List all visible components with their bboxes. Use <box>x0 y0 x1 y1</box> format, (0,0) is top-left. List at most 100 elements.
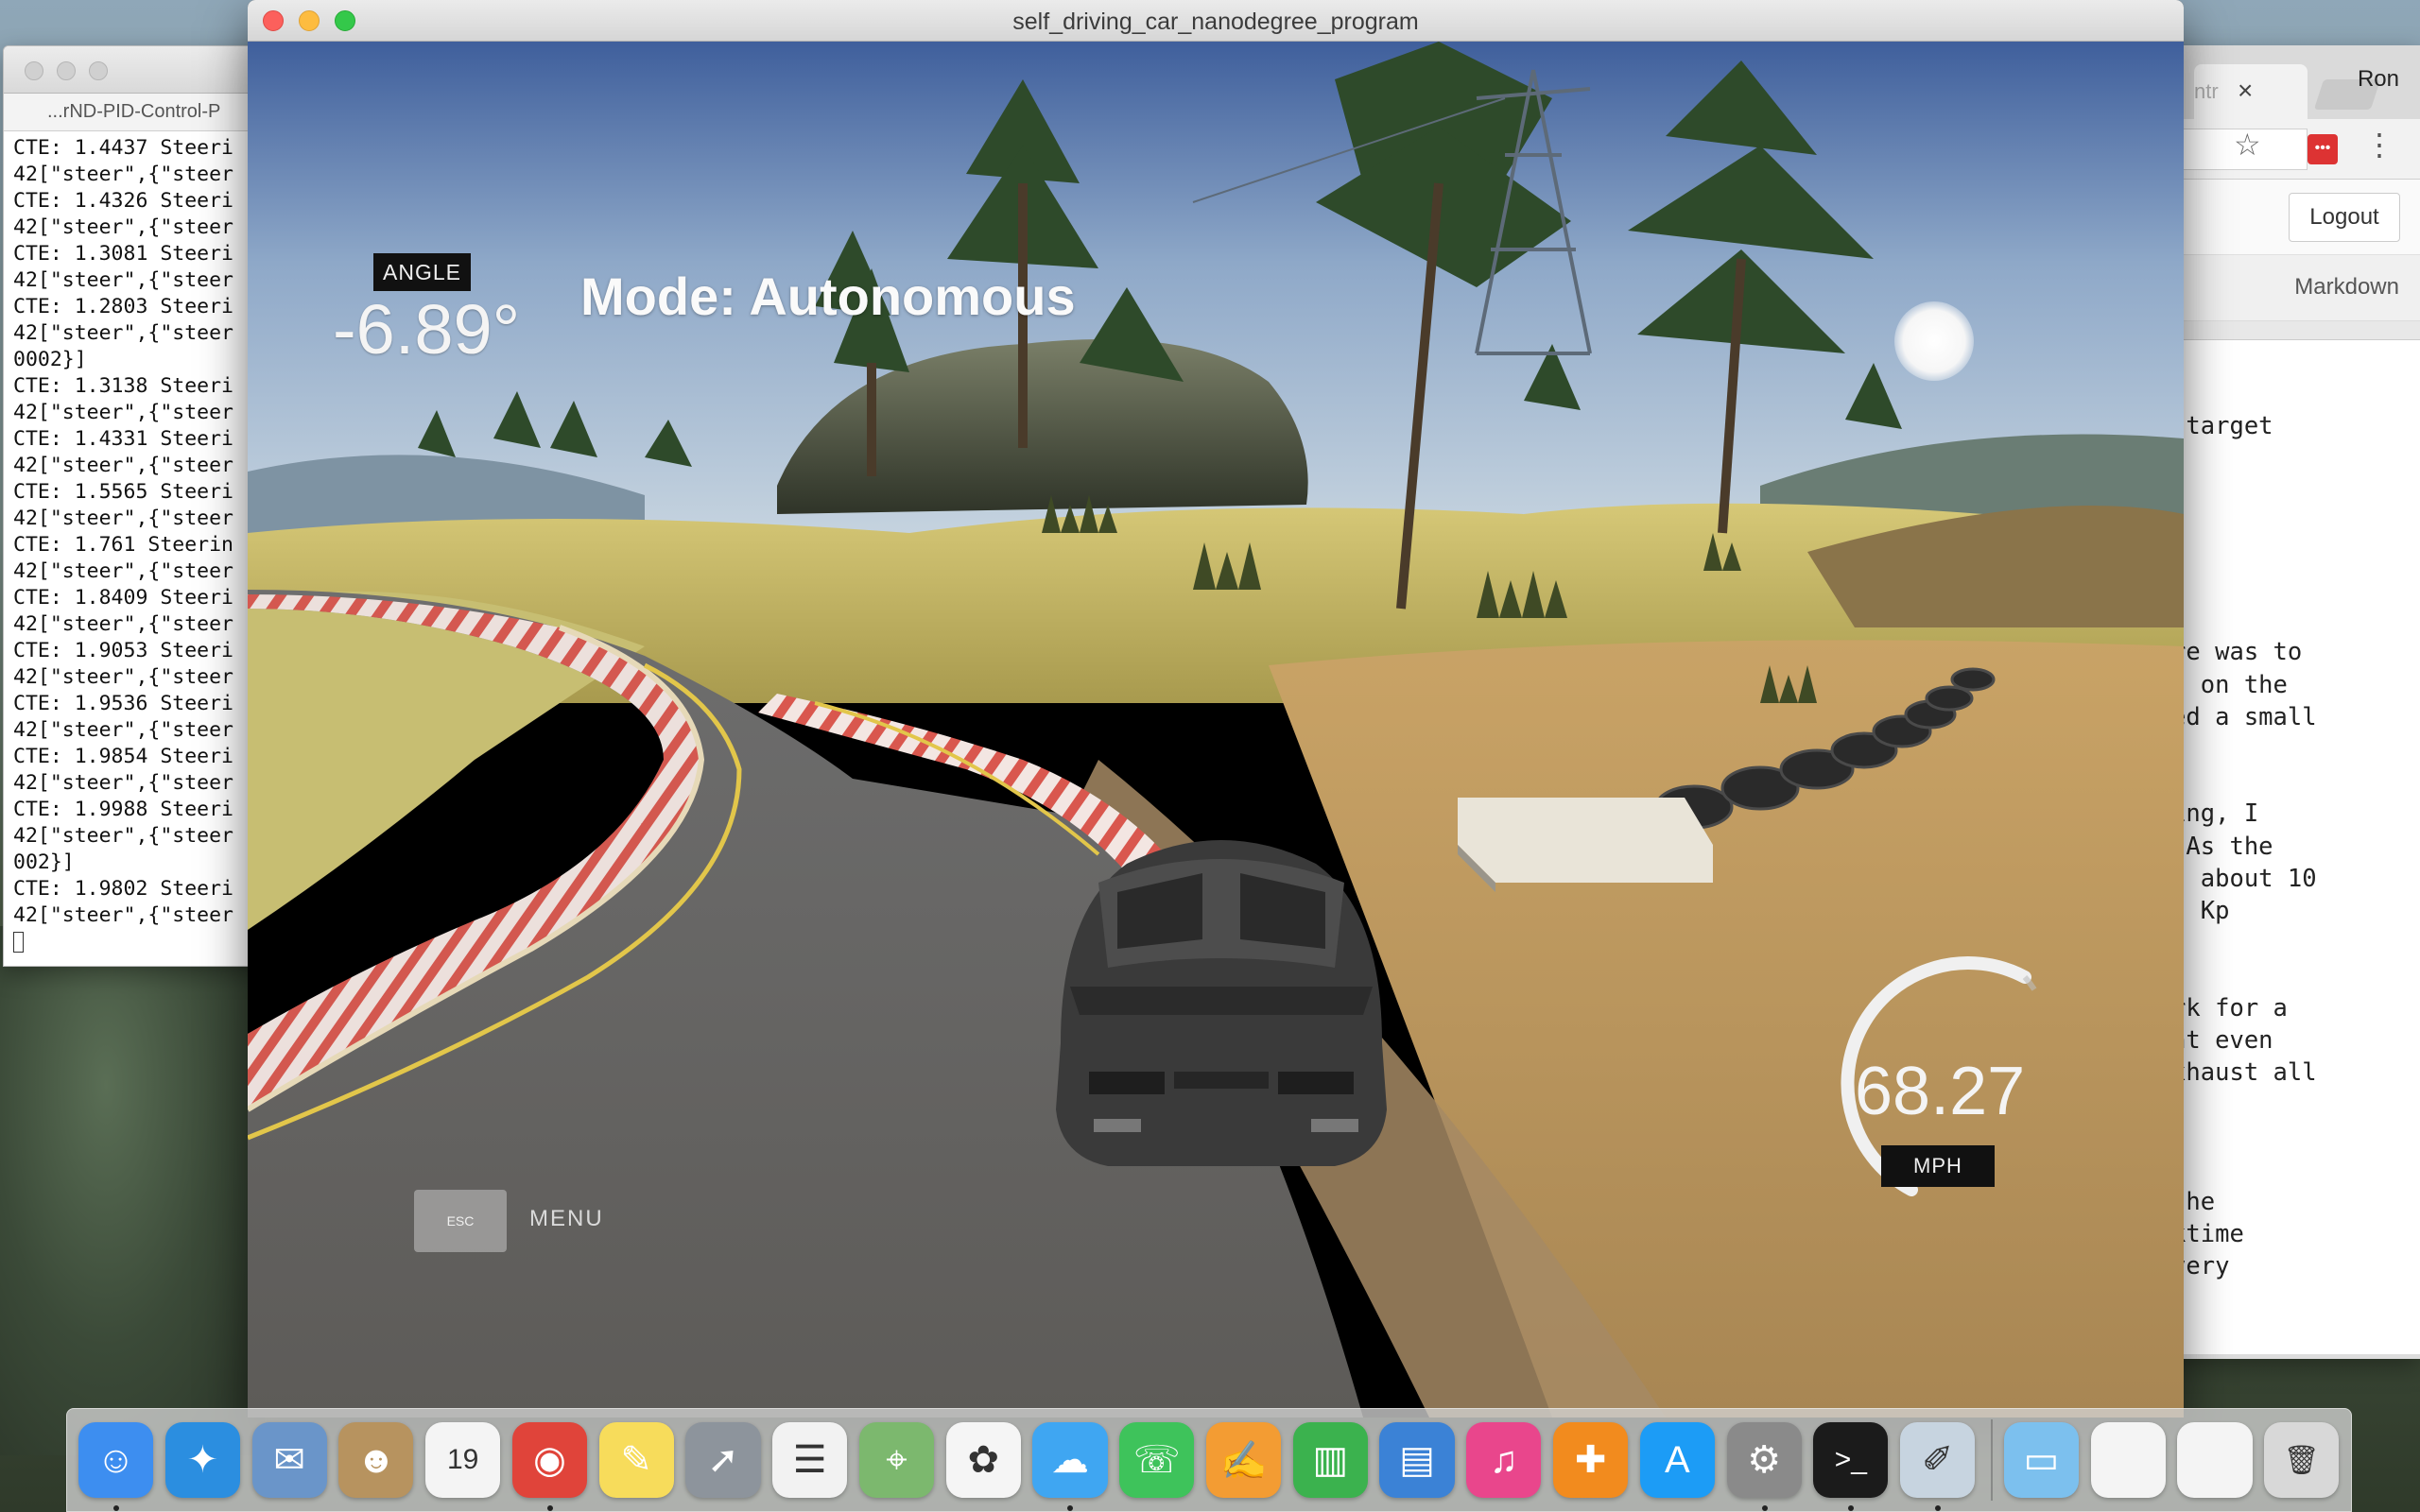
photos-icon[interactable]: ✿ <box>945 1422 1021 1498</box>
simulator-titlebar[interactable]: self_driving_car_nanodegree_program <box>248 0 2184 42</box>
tab-title: ntr <box>2194 79 2219 103</box>
dock-icon-glyph: ➚ <box>707 1439 739 1481</box>
calendar-icon[interactable]: 19 <box>425 1422 501 1498</box>
terminal-line: CTE: 1.9988 Steeri <box>13 798 233 821</box>
terminal-line: CTE: 1.4331 Steeri <box>13 427 233 451</box>
running-indicator <box>1761 1505 1768 1511</box>
terminal-tab-title[interactable]: ...rND-PID-Control-P <box>4 94 285 131</box>
messages-icon[interactable]: ☁ <box>1032 1422 1108 1511</box>
dock-icon-glyph: ⚙ <box>1747 1439 1782 1481</box>
pages-icon[interactable]: ✍ <box>1205 1422 1282 1498</box>
bookmark-star-icon[interactable]: ☆ <box>2234 127 2261 163</box>
terminal-window[interactable]: ...rND-PID-Control-P CTE: 1.4437 Steeri 4… <box>3 45 286 967</box>
finder-icon[interactable]: ☺ <box>78 1422 154 1511</box>
terminal-line: 42["steer",{"steer <box>13 401 233 424</box>
notes-icon[interactable]: ✎ <box>598 1422 674 1498</box>
dock-icon-glyph: ▭ <box>2023 1439 2060 1481</box>
simulator-3d-view[interactable]: ANGLE -6.89° Mode: Autonomous ESC MENU 6… <box>248 42 2184 1418</box>
dock-icon-glyph: ✿ <box>967 1439 999 1481</box>
minimize-button[interactable] <box>57 61 76 80</box>
logout-button[interactable]: Logout <box>2289 193 2400 242</box>
terminal-line: CTE: 1.9053 Steeri <box>13 639 233 662</box>
markdown-mode-label[interactable]: Markdown <box>2294 274 2399 301</box>
terminal-line: 42["steer",{"steer <box>13 268 233 292</box>
dock-icon-glyph: 🗑 <box>2283 1444 2320 1476</box>
dock-icon-glyph: ✍ <box>1219 1439 1268 1482</box>
itunes-icon[interactable]: ♫ <box>1466 1422 1542 1498</box>
close-tab-icon[interactable]: × <box>2238 76 2253 106</box>
launchpad-icon[interactable]: ➚ <box>685 1422 761 1498</box>
window-title: self_driving_car_nanodegree_program <box>1012 9 1419 35</box>
dock-icon-glyph: ▤ <box>1399 1439 1435 1481</box>
terminal-icon[interactable]: >_ <box>1813 1422 1889 1511</box>
ibooks-icon[interactable]: ✚ <box>1553 1422 1629 1498</box>
terminal-line: CTE: 1.9536 Steeri <box>13 692 233 715</box>
terminal-line: CTE: 1.8409 Steeri <box>13 586 233 610</box>
dock-icon-glyph: ☏ <box>1132 1439 1181 1481</box>
dock: ☺ ✦ ✉ ☻ 19 ◉ ✎ ➚ ☰ ⌖ ✿ ☁ ☏ ✍ ▥ ▤ ♫ ✚ A ⚙ >_ ✐ ▭ 🗑 <box>66 1408 2352 1512</box>
running-indicator <box>1848 1505 1855 1511</box>
terminal-line: 42["steer",{"steer <box>13 665 233 689</box>
safari-icon[interactable]: ✦ <box>164 1422 240 1498</box>
contacts-icon[interactable]: ☻ <box>338 1422 414 1498</box>
facetime-icon[interactable]: ☏ <box>1119 1422 1195 1498</box>
reminders-icon[interactable]: ☰ <box>772 1422 848 1498</box>
terminal-line: 42["steer",{"steer <box>13 903 233 927</box>
keynote-icon[interactable]: ▤ <box>1379 1422 1455 1498</box>
running-indicator <box>546 1505 553 1511</box>
dock-icon-glyph: ☻ <box>355 1438 396 1481</box>
maps-icon[interactable]: ⌖ <box>858 1422 935 1498</box>
close-button[interactable] <box>25 61 43 80</box>
trash-icon[interactable]: 🗑 <box>2264 1422 2340 1498</box>
dock-icon-glyph: ✐ <box>1921 1439 1954 1481</box>
terminal-titlebar[interactable] <box>4 46 285 94</box>
terminal-line: 42["steer",{"steer <box>13 454 233 477</box>
simulator-window[interactable]: self_driving_car_nanodegree_program ANGL… <box>248 0 2184 1418</box>
terminal-line: 0002}] <box>13 348 87 371</box>
terminal-line: CTE: 1.3081 Steeri <box>13 242 233 266</box>
downloads-folder-icon[interactable]: ▭ <box>2003 1422 2079 1498</box>
extension-icon[interactable]: ••• <box>2308 134 2338 164</box>
terminal-cursor <box>13 932 24 953</box>
running-indicator <box>1067 1505 1074 1511</box>
dock-icon-glyph: >_ <box>1834 1444 1867 1475</box>
numbers-icon[interactable]: ▥ <box>1292 1422 1368 1498</box>
dock-icon-glyph: ▥ <box>1312 1439 1349 1481</box>
chrome-icon[interactable]: ◉ <box>511 1422 587 1511</box>
drive-mode-label: Mode: Autonomous <box>580 266 1076 326</box>
dock-icon-glyph: A <box>1665 1438 1690 1481</box>
terminal-line: 42["steer",{"steer <box>13 163 233 186</box>
running-indicator <box>113 1505 119 1511</box>
profile-name[interactable]: Ron <box>2358 66 2399 93</box>
system-preferences-icon[interactable]: ⚙ <box>1726 1422 1802 1511</box>
steering-angle-value: -6.89° <box>333 290 521 369</box>
terminal-line: 42["steer",{"steer <box>13 612 233 636</box>
terminal-output[interactable]: CTE: 1.4437 Steeri 42["steer",{"steer CTE:… <box>4 131 285 955</box>
dock-icon-glyph: ✦ <box>186 1439 219 1481</box>
chrome-window-thumbnail-2[interactable] <box>2177 1422 2253 1498</box>
browser-menu-icon[interactable]: ⋮ <box>2364 127 2394 163</box>
terminal-line: 42["steer",{"steer <box>13 771 233 795</box>
terminal-line: CTE: 1.9854 Steeri <box>13 745 233 768</box>
dock-icon-glyph: 19 <box>446 1444 479 1475</box>
menu-label[interactable]: MENU <box>529 1206 604 1232</box>
terminal-line: 002}] <box>13 850 75 874</box>
dock-icon-glyph: ☁ <box>1051 1439 1089 1481</box>
terminal-line: CTE: 1.2803 Steeri <box>13 295 233 318</box>
dock-icon-glyph: ☺ <box>96 1438 135 1481</box>
app-store-icon[interactable]: A <box>1639 1422 1715 1498</box>
esc-menu-button[interactable]: ESC <box>414 1190 507 1252</box>
preview-icon[interactable]: ✐ <box>1900 1422 1976 1511</box>
chrome-window-thumbnail-1[interactable] <box>2090 1422 2166 1498</box>
terminal-line: 42["steer",{"steer <box>13 824 233 848</box>
car <box>1056 840 1387 1166</box>
zoom-button[interactable] <box>89 61 108 80</box>
terminal-line: CTE: 1.761 Steerin <box>13 533 233 557</box>
mail-icon[interactable]: ✉ <box>251 1422 327 1498</box>
desktop-wallpaper <box>0 926 265 1455</box>
terminal-line: 42["steer",{"steer <box>13 215 233 239</box>
terminal-line: CTE: 1.5565 Steeri <box>13 480 233 504</box>
terminal-line: CTE: 1.3138 Steeri <box>13 374 233 398</box>
terminal-line: CTE: 1.9802 Steeri <box>13 877 233 901</box>
running-indicator <box>1935 1505 1942 1511</box>
